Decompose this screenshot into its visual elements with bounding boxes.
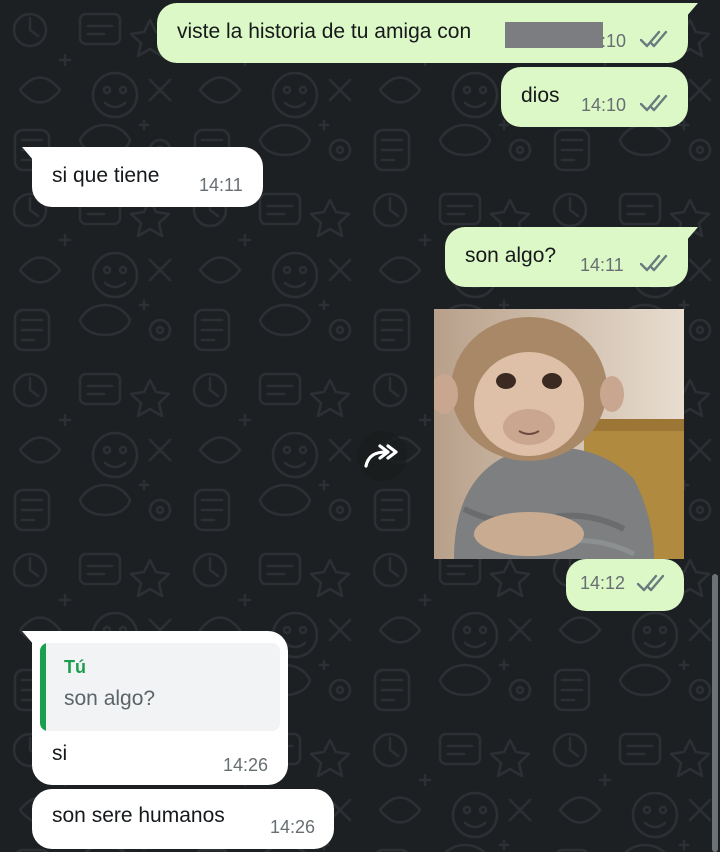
message-time: 14:12: [580, 573, 626, 593]
double-check-icon: [639, 254, 668, 272]
forward-button[interactable]: [357, 431, 407, 481]
double-check-icon: [639, 30, 668, 48]
double-check-icon: [639, 94, 668, 112]
message-text: viste la historia de tu amiga con: [177, 20, 472, 43]
shared-image[interactable]: [434, 309, 684, 559]
outgoing-message[interactable]: viste la historia de tu amiga con :10: [157, 3, 698, 63]
message-text: si: [52, 742, 68, 765]
quote-text: son algo?: [64, 687, 156, 710]
incoming-message[interactable]: son sere humanos 14:26: [32, 789, 334, 849]
message-time: :10: [601, 31, 627, 51]
redacted-name: [505, 22, 603, 48]
incoming-message[interactable]: si que tiene 14:11: [22, 147, 263, 207]
image-time-bubble: 14:12: [566, 559, 684, 611]
message-time: 14:11: [580, 255, 624, 275]
message-text: son algo?: [465, 244, 557, 267]
double-check-icon: [636, 574, 665, 592]
scrollbar[interactable]: [712, 574, 718, 852]
incoming-reply-message[interactable]: Tú son algo? si 14:26: [22, 631, 288, 785]
message-text: son sere humanos: [52, 804, 225, 827]
outgoing-message[interactable]: son algo? 14:11: [445, 227, 698, 287]
quoted-message[interactable]: Tú son algo?: [40, 643, 280, 731]
quote-accent-bar: [40, 643, 46, 731]
message-time: 14:26: [223, 755, 269, 775]
monkey-photo: [434, 309, 684, 559]
message-time: 14:11: [199, 175, 243, 195]
message-time: 14:10: [581, 95, 627, 115]
quote-author: Tú: [64, 657, 86, 677]
message-time: 14:26: [270, 817, 316, 837]
outgoing-message[interactable]: dios 14:10: [501, 67, 688, 127]
message-text: si que tiene: [52, 164, 160, 187]
forward-arrow-icon: [364, 444, 398, 468]
message-text: dios: [521, 84, 560, 107]
